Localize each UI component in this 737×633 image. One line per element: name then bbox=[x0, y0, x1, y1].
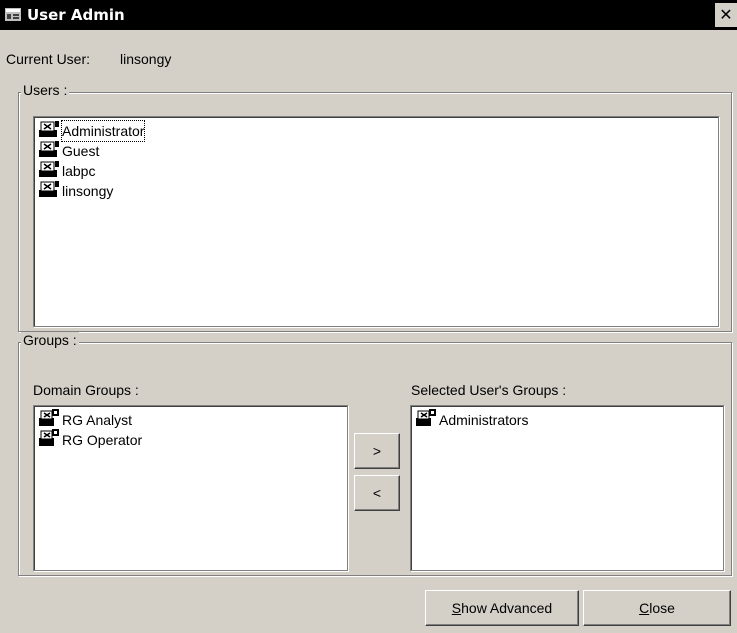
domain-groups-label: Domain Groups : bbox=[33, 382, 139, 398]
user-item[interactable]: labpc bbox=[34, 160, 718, 181]
user-item-label: Administrator bbox=[60, 120, 146, 142]
selected-group-item-label: Administrators bbox=[439, 412, 529, 428]
domain-group-item[interactable]: RG Operator bbox=[34, 428, 347, 452]
remove-group-button[interactable]: < bbox=[354, 475, 400, 511]
current-user-value: linsongy bbox=[120, 51, 172, 67]
close-icon[interactable]: ✕ bbox=[715, 3, 737, 27]
group-icon bbox=[415, 408, 439, 432]
show-advanced-label: how Advanced bbox=[461, 600, 553, 616]
title-bar[interactable]: User Admin ✕ bbox=[0, 0, 737, 30]
close-label: lose bbox=[649, 600, 675, 616]
users-legend: Users : bbox=[21, 82, 70, 98]
domain-group-item[interactable]: RG Analyst bbox=[34, 408, 347, 430]
selected-groups-listbox[interactable]: Administrators bbox=[410, 405, 724, 571]
add-group-button[interactable]: > bbox=[354, 433, 400, 469]
domain-group-item-label: RG Analyst bbox=[62, 412, 133, 428]
user-item[interactable]: Guest bbox=[34, 140, 718, 161]
selected-groups-label: Selected User's Groups : bbox=[411, 382, 567, 398]
user-item-label: linsongy bbox=[62, 183, 114, 199]
selected-group-item[interactable]: Administrators bbox=[411, 408, 723, 432]
user-icon bbox=[38, 180, 62, 203]
group-icon bbox=[38, 428, 62, 452]
current-user-label: Current User: bbox=[6, 51, 91, 67]
show-advanced-mnemonic: S bbox=[451, 600, 462, 616]
app-icon bbox=[5, 8, 21, 21]
close-button[interactable]: Close bbox=[583, 590, 731, 626]
close-mnemonic: C bbox=[639, 600, 650, 616]
user-item[interactable]: linsongy bbox=[34, 180, 718, 203]
user-admin-window: User Admin ✕ Current User: linsongy User… bbox=[0, 0, 737, 633]
domain-group-item-label: RG Operator bbox=[62, 432, 143, 448]
user-item[interactable]: Administrator bbox=[34, 120, 718, 142]
show-advanced-button[interactable]: Show Advanced bbox=[425, 590, 579, 626]
window-title: User Admin bbox=[27, 6, 125, 24]
users-listbox[interactable]: Administrator Guest labpc linsongy bbox=[33, 116, 719, 327]
user-item-label: labpc bbox=[62, 163, 96, 179]
groups-legend: Groups : bbox=[21, 332, 79, 348]
domain-groups-listbox[interactable]: RG Analyst RG Operator bbox=[33, 405, 348, 571]
user-item-label: Guest bbox=[62, 143, 100, 159]
